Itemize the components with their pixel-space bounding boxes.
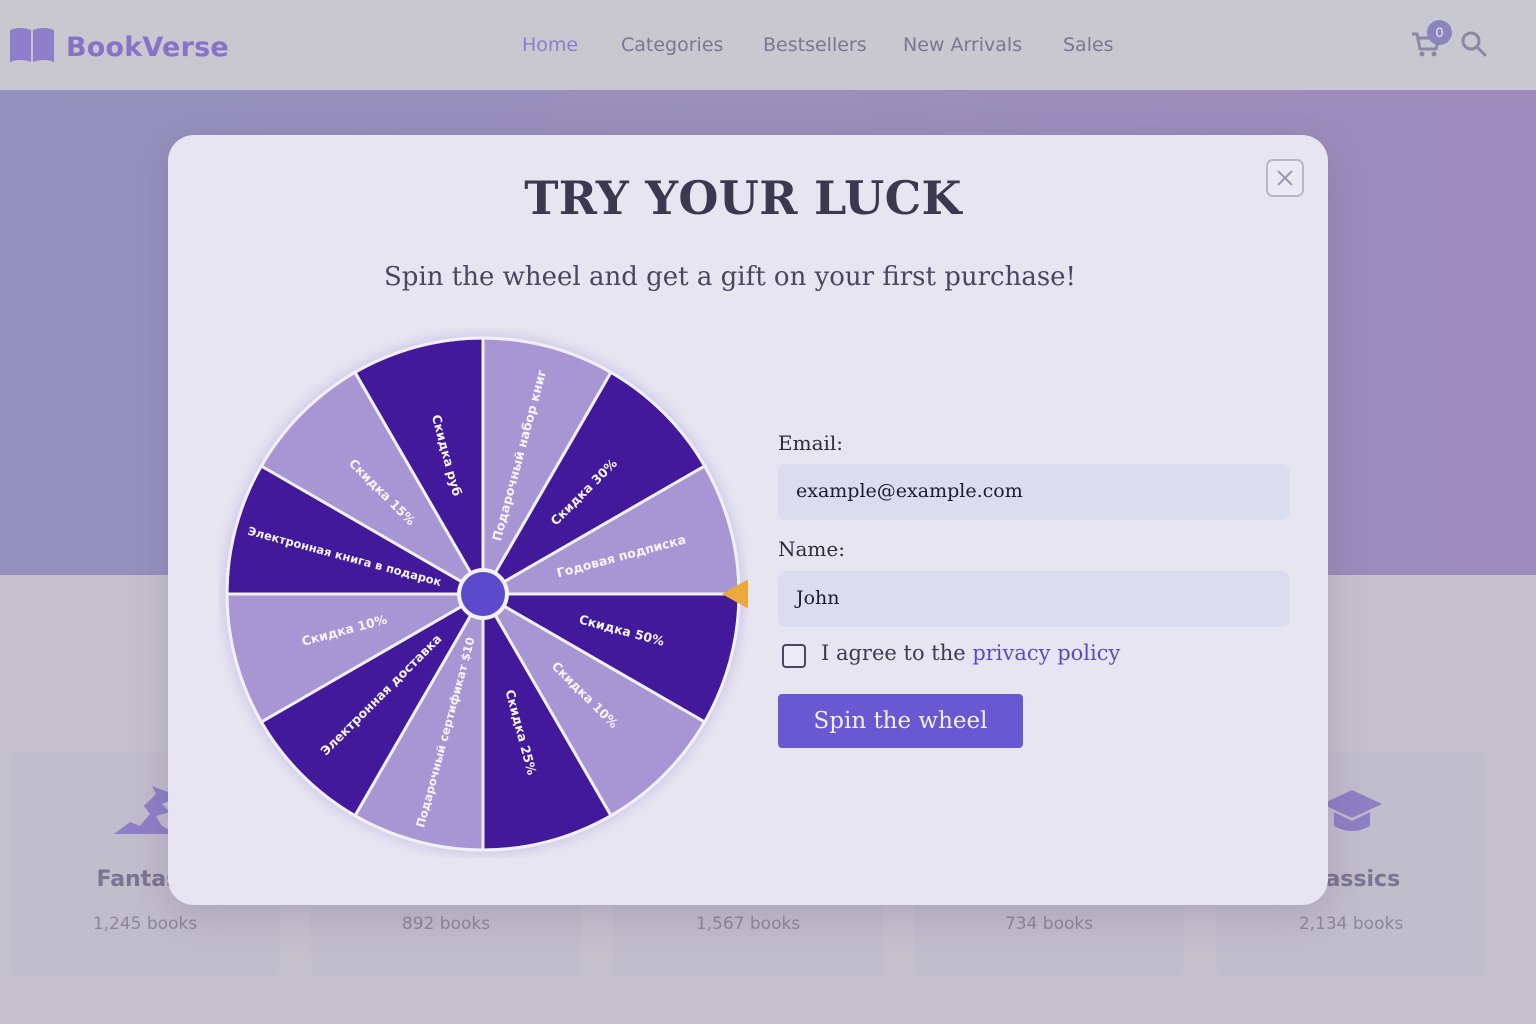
category-count: 2,134 books (1298, 914, 1404, 934)
category-count: 734 books (1004, 914, 1094, 934)
cart-icon (1410, 32, 1442, 64)
nav-new-arrivals[interactable]: New Arrivals (903, 34, 1022, 56)
category-count: 1,245 books (92, 914, 198, 934)
modal-subtitle: Spin the wheel and get a gift on your fi… (383, 262, 1076, 292)
privacy-checkbox[interactable] (782, 644, 806, 668)
main-nav: Home Categories Bestsellers New Arrivals… (0, 34, 1536, 60)
privacy-policy-link[interactable]: privacy policy (972, 641, 1120, 665)
agree-text: I agree to the (821, 641, 973, 665)
search-icon (1460, 31, 1488, 62)
modal-title: TRY YOUR LUCK (524, 171, 962, 225)
email-label: Email: (778, 431, 844, 455)
email-field[interactable]: example@example.com (778, 464, 1290, 520)
top-navigation-bar: BookVerse Home Categories Bestsellers Ne… (0, 0, 1536, 90)
nav-categories[interactable]: Categories (621, 34, 723, 56)
category-count: 1,567 books (695, 914, 801, 934)
name-label: Name: (778, 537, 845, 561)
prize-wheel[interactable]: Подарочный набор книгСкидка 30%Годовая п… (218, 328, 748, 858)
spin-wheel-modal: TRY YOUR LUCK Spin the wheel and get a g… (168, 135, 1328, 905)
search-button[interactable] (1460, 30, 1490, 60)
nav-home[interactable]: Home (522, 34, 578, 56)
privacy-agreement: I agree to the privacy policy (821, 641, 1120, 665)
wheel-hub (461, 572, 505, 616)
cart-count-badge: 0 (1427, 20, 1452, 45)
cart-button[interactable]: 0 (1410, 20, 1452, 60)
name-field[interactable]: John (778, 571, 1290, 627)
spin-button[interactable]: Spin the wheel (778, 694, 1023, 748)
nav-sales[interactable]: Sales (1063, 34, 1114, 56)
category-count: 892 books (401, 914, 491, 934)
nav-bestsellers[interactable]: Bestsellers (763, 34, 867, 56)
